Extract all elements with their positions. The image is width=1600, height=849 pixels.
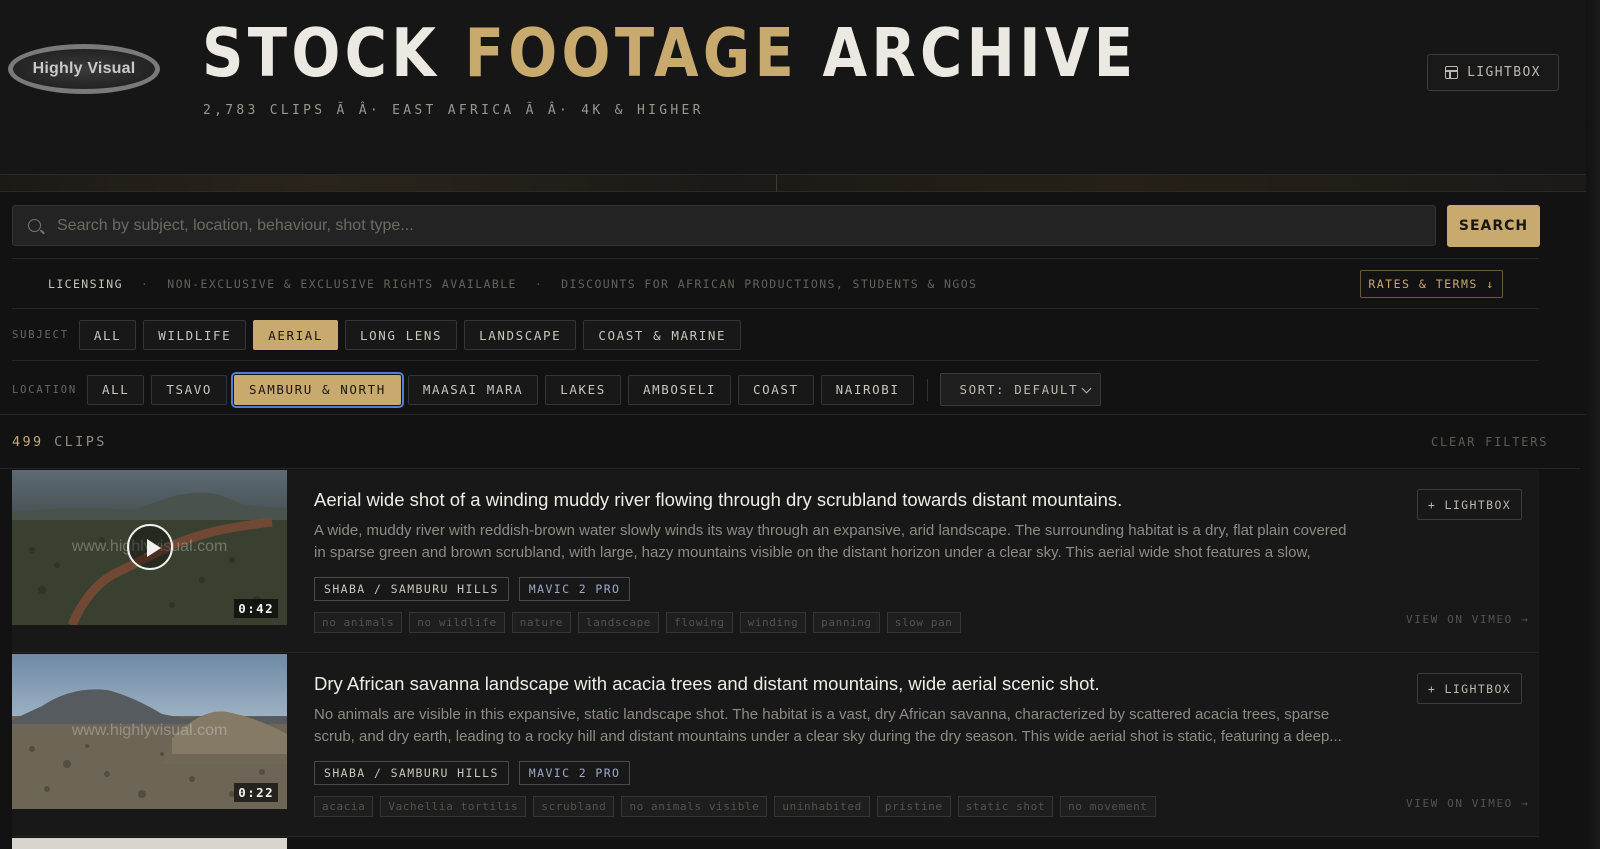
- clip-thumbnail[interactable]: www.highlyvisual.com 0:22: [12, 654, 287, 809]
- licensing-note-discounts: DISCOUNTS FOR AFRICAN PRODUCTIONS, STUDE…: [561, 277, 978, 291]
- keyword-tag[interactable]: panning: [813, 612, 880, 633]
- keyword-tag[interactable]: acacia: [314, 796, 374, 817]
- location-chip-tsavo[interactable]: TSAVO: [151, 374, 228, 405]
- title-part-1: STOCK: [202, 14, 441, 92]
- chevron-down-icon: [1082, 383, 1092, 394]
- search-icon: [28, 219, 41, 232]
- location-chip-coast[interactable]: COAST: [737, 374, 814, 405]
- clip-row: www.highlyvisual.com 0:22 Dry African sa…: [12, 654, 1539, 837]
- subject-filter-row: SUBJECT ALL WILDLIFE AERIAL LONG LENS LA…: [12, 320, 748, 350]
- keyword-tag[interactable]: pristine: [876, 796, 951, 817]
- sort-select[interactable]: SORT: DEFAULT: [940, 373, 1102, 406]
- subject-chip-wildlife[interactable]: WILDLIFE: [143, 320, 247, 350]
- brand-logo[interactable]: Highly Visual: [8, 44, 160, 94]
- keyword-tag[interactable]: landscape: [578, 612, 660, 633]
- separator-dot: ·: [534, 277, 544, 291]
- clip-meta-tags: SHABA / SAMBURU HILLS MAVIC 2 PRO: [314, 577, 631, 601]
- title-accent: FOOTAGE: [464, 14, 799, 92]
- subject-filter-label: SUBJECT: [12, 329, 69, 341]
- title-part-3: ARCHIVE: [822, 14, 1138, 92]
- page-subtitle: 2,783 CLIPS Ã Â· EAST AFRICA Ã Â· 4K & H…: [203, 103, 704, 118]
- scrollbar-track[interactable]: [1586, 0, 1600, 849]
- camera-tag[interactable]: MAVIC 2 PRO: [518, 577, 631, 601]
- clip-duration: 0:22: [234, 783, 278, 802]
- keyword-tag[interactable]: uninhabited: [774, 796, 870, 817]
- results-count-number: 499: [12, 434, 44, 450]
- clip-description: No animals are visible in this expansive…: [314, 706, 1342, 745]
- subject-chip-all[interactable]: ALL: [78, 320, 137, 350]
- licensing-bar: LICENSING · NON-EXCLUSIVE & EXCLUSIVE RI…: [48, 277, 977, 291]
- keyword-tag[interactable]: nature: [511, 612, 572, 633]
- search-input[interactable]: [57, 216, 1357, 235]
- location-chip-all[interactable]: ALL: [86, 374, 145, 405]
- logo-text: Highly Visual: [32, 60, 136, 77]
- clip-duration: 0:42: [234, 599, 278, 618]
- lightbox-button-label: LIGHTBOX: [1467, 65, 1541, 80]
- search-bar: [12, 205, 1436, 246]
- lightbox-button[interactable]: LIGHTBOX: [1427, 54, 1559, 91]
- page-title: STOCK FOOTAGE ARCHIVE: [202, 14, 1137, 92]
- keyword-tag[interactable]: static shot: [957, 796, 1054, 817]
- filter-divider: [927, 378, 929, 401]
- clip-description: A wide, muddy river with reddish-brown w…: [314, 522, 1347, 561]
- lightbox-icon: [1445, 66, 1459, 79]
- licensing-note-rights: NON-EXCLUSIVE & EXCLUSIVE RIGHTS AVAILAB…: [167, 277, 517, 291]
- keyword-list: acacia Vachellia tortilis scrubland no a…: [314, 796, 1156, 817]
- sort-select-value: SORT: DEFAULT: [959, 382, 1079, 397]
- results-count-label: CLIPS: [54, 434, 107, 450]
- next-clip-thumbnail-peek[interactable]: [12, 838, 287, 849]
- site-header: Highly Visual STOCK FOOTAGE ARCHIVE 2,78…: [0, 0, 1600, 175]
- hero-image-strip: [0, 175, 1600, 192]
- results-count: 499 CLIPS: [12, 434, 107, 450]
- clip-row: www.highlyvisual.com 0:42 Aerial wide sh…: [12, 470, 1539, 653]
- subject-chip-landscape[interactable]: LANDSCAPE: [464, 320, 577, 350]
- clip-thumbnail[interactable]: www.highlyvisual.com 0:42: [12, 470, 287, 625]
- keyword-tag[interactable]: no wildlife: [409, 612, 505, 633]
- thumbnail-watermark: www.highlyvisual.com: [71, 722, 228, 739]
- location-filter-row: LOCATION ALL TSAVO SAMBURU & NORTH MAASA…: [12, 371, 1102, 408]
- licensing-label: LICENSING: [48, 277, 123, 291]
- view-on-vimeo-link[interactable]: VIEW ON VIMEO →: [1406, 797, 1529, 810]
- search-button[interactable]: SEARCH: [1447, 205, 1540, 247]
- rates-terms-button[interactable]: RATES & TERMS ↓: [1360, 270, 1503, 298]
- location-chip-nairobi[interactable]: NAIROBI: [820, 374, 915, 405]
- location-chip-samburu-north[interactable]: SAMBURU & NORTH: [231, 371, 404, 408]
- keyword-tag[interactable]: no movement: [1060, 796, 1156, 817]
- subject-chip-aerial[interactable]: AERIAL: [253, 320, 339, 350]
- location-chip-amboseli[interactable]: AMBOSELI: [627, 374, 731, 405]
- keyword-tag[interactable]: slow pan: [886, 612, 961, 633]
- location-chip-maasai-mara[interactable]: MAASAI MARA: [407, 374, 539, 405]
- separator-dot: ·: [140, 277, 150, 291]
- keyword-tag[interactable]: Vachellia tortilis: [380, 796, 527, 817]
- location-tag[interactable]: SHABA / SAMBURU HILLS: [314, 577, 509, 601]
- view-on-vimeo-link[interactable]: VIEW ON VIMEO →: [1406, 613, 1529, 626]
- subject-chip-long-lens[interactable]: LONG LENS: [345, 320, 458, 350]
- keyword-tag[interactable]: scrubland: [533, 796, 615, 817]
- clip-title[interactable]: Dry African savanna landscape with acaci…: [314, 673, 1100, 695]
- subject-chip-coast-marine[interactable]: COAST & MARINE: [583, 320, 742, 350]
- play-icon[interactable]: [127, 524, 173, 570]
- clip-meta-tags: SHABA / SAMBURU HILLS MAVIC 2 PRO: [314, 761, 631, 785]
- add-to-lightbox-button[interactable]: + LIGHTBOX: [1417, 673, 1522, 704]
- keyword-tag[interactable]: flowing: [666, 612, 733, 633]
- location-chip-lakes[interactable]: LAKES: [545, 374, 621, 405]
- clip-title[interactable]: Aerial wide shot of a winding muddy rive…: [314, 489, 1122, 511]
- keyword-tag[interactable]: winding: [739, 612, 807, 633]
- keyword-list: no animals no wildlife nature landscape …: [314, 612, 961, 633]
- location-tag[interactable]: SHABA / SAMBURU HILLS: [314, 761, 509, 785]
- camera-tag[interactable]: MAVIC 2 PRO: [518, 761, 631, 785]
- add-to-lightbox-button[interactable]: + LIGHTBOX: [1417, 489, 1522, 520]
- clear-filters-link[interactable]: CLEAR FILTERS: [1431, 435, 1548, 449]
- keyword-tag[interactable]: no animals visible: [621, 796, 768, 817]
- keyword-tag[interactable]: no animals: [314, 612, 403, 633]
- location-filter-label: LOCATION: [12, 383, 77, 396]
